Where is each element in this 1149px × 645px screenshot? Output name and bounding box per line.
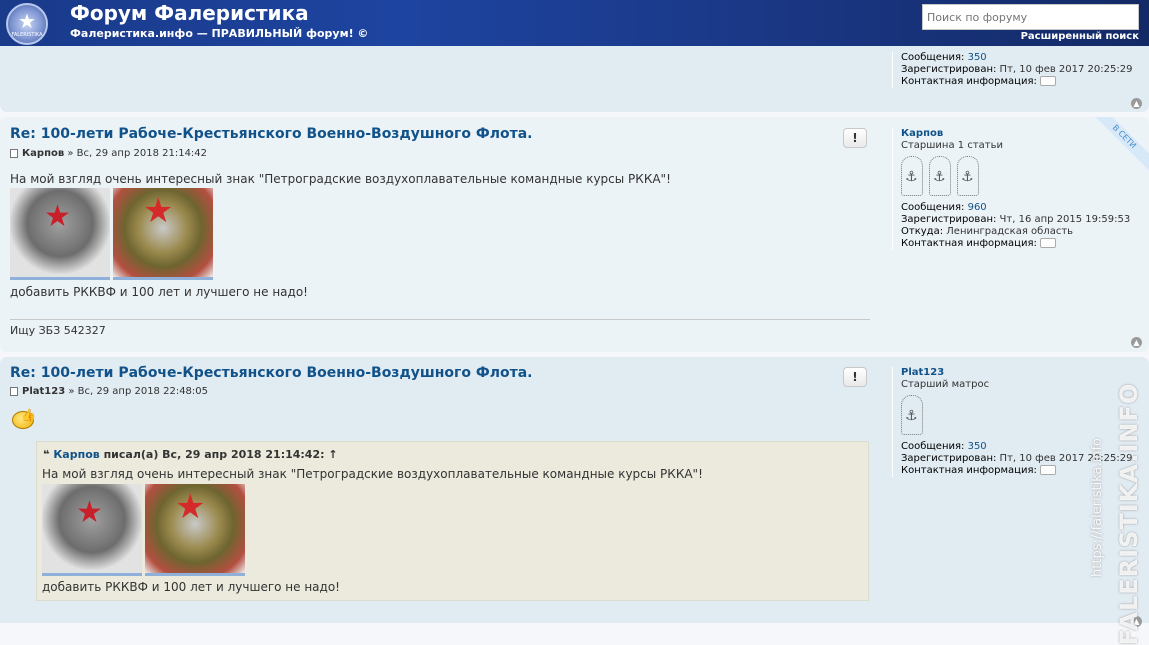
site-description: Фалеристика.инфо — ПРАВИЛЬНЫЙ форум! © — [70, 27, 369, 40]
watermark-brand: FALERISTIKA.INFO — [1115, 382, 1144, 645]
signature-divider — [10, 319, 870, 320]
post-text: На мой взгляд очень интересный знак "Пет… — [10, 172, 671, 186]
quote-image[interactable]: ★ — [42, 484, 142, 576]
post-text: добавить РККВФ и 100 лет и лучшего не на… — [10, 285, 308, 299]
messages-label: Сообщения: — [901, 441, 965, 452]
post-author[interactable]: Карпов — [22, 148, 64, 159]
quote-text: На мой взгляд очень интересный знак "Пет… — [42, 467, 703, 481]
contact-icon[interactable] — [1039, 238, 1056, 248]
messages-count[interactable]: 350 — [968, 52, 987, 63]
attachment-image[interactable]: ★ — [10, 188, 110, 280]
contact-label: Контактная информация: — [901, 76, 1037, 87]
post-profile: Карпов Старшина 1 статьи Сообщения: 960 … — [892, 128, 1142, 250]
red-star-icon: ★ — [175, 487, 206, 527]
report-button[interactable]: ! — [843, 367, 867, 387]
registered-label: Зарегистрирован: — [901, 214, 997, 225]
profile-rank: Старшина 1 статьи — [901, 140, 1003, 151]
back-to-top-icon[interactable]: ▲ — [1131, 337, 1142, 348]
contact-label: Контактная информация: — [901, 238, 1037, 249]
attachment-image[interactable]: ★ — [113, 188, 213, 280]
contact-label: Контактная информация: — [901, 465, 1037, 476]
post-partial: Сообщения: 350 Зарегистрирован: Пт, 10 ф… — [0, 46, 1149, 112]
from-label: Откуда: — [901, 226, 944, 237]
quote-header: ❝ Карпов писал(а) Вс, 29 апр 2018 21:14:… — [43, 448, 338, 461]
rank-anchor-icon — [901, 156, 923, 196]
rank-anchor-icon — [957, 156, 979, 196]
watermark-url: https://faleristika.info — [1089, 438, 1105, 577]
signature: Ищу ЗБЗ 542327 — [10, 324, 106, 337]
messages-label: Сообщения: — [901, 202, 965, 213]
post-icon[interactable] — [10, 386, 18, 396]
post-author[interactable]: Plat123 — [22, 386, 65, 397]
post-date: » Вс, 29 апр 2018 22:48:05 — [68, 386, 209, 397]
back-to-top-icon[interactable]: ▲ — [1131, 98, 1142, 109]
quote-image[interactable]: ★ — [145, 484, 245, 576]
post: Re: 100-лети Рабоче-Крестьянского Военно… — [0, 117, 1149, 352]
registered-date: Пт, 10 фев 2017 20:25:29 — [999, 64, 1133, 75]
messages-label: Сообщения: — [901, 52, 965, 63]
post: Re: 100-лети Рабоче-Крестьянского Военно… — [0, 357, 1149, 627]
post-profile: Сообщения: 350 Зарегистрирован: Пт, 10 ф… — [892, 52, 1142, 88]
contact-icon[interactable] — [1039, 76, 1056, 86]
red-star-icon: ★ — [44, 199, 71, 234]
rank-images — [901, 156, 1142, 202]
site-logo[interactable]: ★ FALERISTIKA — [6, 3, 48, 45]
quote-icon: ❝ — [43, 448, 50, 461]
logo-text: FALERISTIKA — [11, 32, 43, 38]
quote-block: ❝ Карпов писал(а) Вс, 29 апр 2018 21:14:… — [36, 441, 869, 601]
post-date: » Вс, 29 апр 2018 21:14:42 — [67, 148, 208, 159]
profile-username[interactable]: Plat123 — [901, 367, 1142, 379]
contact-icon[interactable] — [1039, 465, 1056, 475]
from-location: Ленинградская область — [946, 226, 1074, 237]
logo-star-icon: ★ — [18, 9, 36, 33]
report-button[interactable]: ! — [843, 128, 867, 148]
post-author-line: Карпов » Вс, 29 апр 2018 21:14:42 — [10, 148, 207, 159]
messages-count[interactable]: 350 — [968, 441, 987, 452]
rank-anchor-icon — [901, 395, 923, 435]
quote-author[interactable]: Карпов — [53, 448, 99, 461]
post-author-line: Plat123 » Вс, 29 апр 2018 22:48:05 — [10, 386, 208, 397]
red-star-icon: ★ — [76, 495, 103, 530]
quote-meta[interactable]: писал(а) Вс, 29 апр 2018 21:14:42: ↑ — [104, 448, 338, 461]
messages-count[interactable]: 960 — [968, 202, 987, 213]
profile-username[interactable]: Карпов — [901, 128, 1142, 140]
site-header: ★ FALERISTIKA Форум Фалеристика Фалерист… — [0, 0, 1149, 47]
post-icon[interactable] — [10, 148, 18, 158]
advanced-search-link[interactable]: Расширенный поиск — [1021, 31, 1139, 42]
quote-text: добавить РККВФ и 100 лет и лучшего не на… — [42, 580, 340, 594]
search-input[interactable] — [922, 4, 1139, 30]
site-title[interactable]: Форум Фалеристика — [70, 1, 309, 25]
rank-anchor-icon — [929, 156, 951, 196]
registered-label: Зарегистрирован: — [901, 64, 997, 75]
profile-rank: Старший матрос — [901, 379, 990, 390]
post-title[interactable]: Re: 100-лети Рабоче-Крестьянского Военно… — [10, 126, 532, 142]
registered-date: Чт, 16 апр 2015 19:59:53 — [999, 214, 1131, 225]
thumbs-up-smiley-icon — [12, 408, 36, 429]
red-star-icon: ★ — [143, 191, 174, 231]
watermark: FALERISTIKA.INFO https://faleristika.inf… — [1068, 383, 1143, 645]
registered-label: Зарегистрирован: — [901, 453, 997, 464]
post-title[interactable]: Re: 100-лети Рабоче-Крестьянского Военно… — [10, 365, 532, 381]
